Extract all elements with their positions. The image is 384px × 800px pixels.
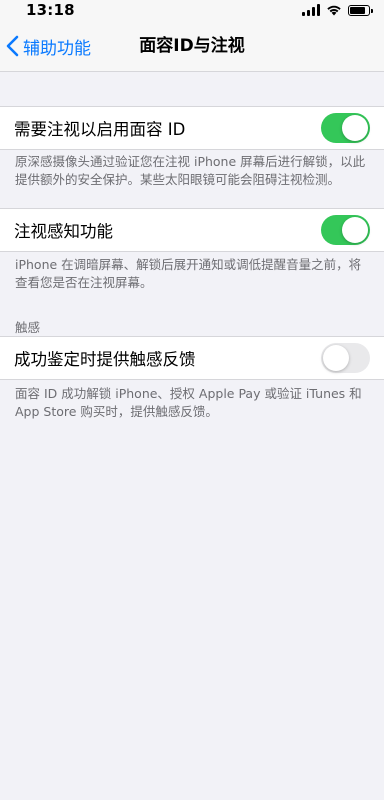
wifi-icon — [327, 5, 341, 16]
haptic-feedback-toggle[interactable] — [321, 343, 370, 373]
toggle-knob — [342, 115, 368, 141]
require-attention-toggle[interactable] — [321, 113, 370, 143]
setting-footer-haptic-feedback: 面容 ID 成功解锁 iPhone、授权 Apple Pay 或验证 iTune… — [15, 386, 362, 419]
setting-label: 成功鉴定时提供触感反馈 — [14, 350, 196, 369]
settings-group-attention-aware: 注视感知功能 — [0, 208, 384, 252]
setting-label: 需要注视以启用面容 ID — [14, 120, 186, 139]
navigation-bar: 辅助功能 面容ID与注视 — [0, 20, 384, 72]
settings-group-attention-required: 需要注视以启用面容 ID — [0, 106, 384, 150]
cellular-signal-icon — [302, 4, 320, 16]
setting-row-attention-aware: 注视感知功能 — [0, 209, 384, 251]
status-bar: 13:18 — [0, 0, 384, 20]
setting-label: 注视感知功能 — [14, 222, 113, 241]
setting-footer-attention-aware: iPhone 在调暗屏幕、解锁后展开通知或调低提醒音量之前，将查看您是否在注视屏… — [15, 257, 362, 290]
setting-footer-require-attention: 原深感摄像头通过验证您在注视 iPhone 屏幕后进行解锁，以此提供额外的安全保… — [15, 154, 366, 187]
page-title: 面容ID与注视 — [139, 36, 245, 56]
section-header-haptics: 触感 — [15, 320, 41, 335]
battery-icon — [348, 4, 373, 16]
setting-row-haptic-feedback: 成功鉴定时提供触感反馈 — [0, 337, 384, 379]
attention-aware-toggle[interactable] — [321, 215, 370, 245]
setting-row-require-attention: 需要注视以启用面容 ID — [0, 107, 384, 149]
toggle-knob — [323, 345, 349, 371]
toggle-knob — [342, 217, 368, 243]
status-icons — [302, 3, 373, 17]
settings-group-haptics: 成功鉴定时提供触感反馈 — [0, 336, 384, 380]
status-time: 13:18 — [26, 1, 75, 19]
